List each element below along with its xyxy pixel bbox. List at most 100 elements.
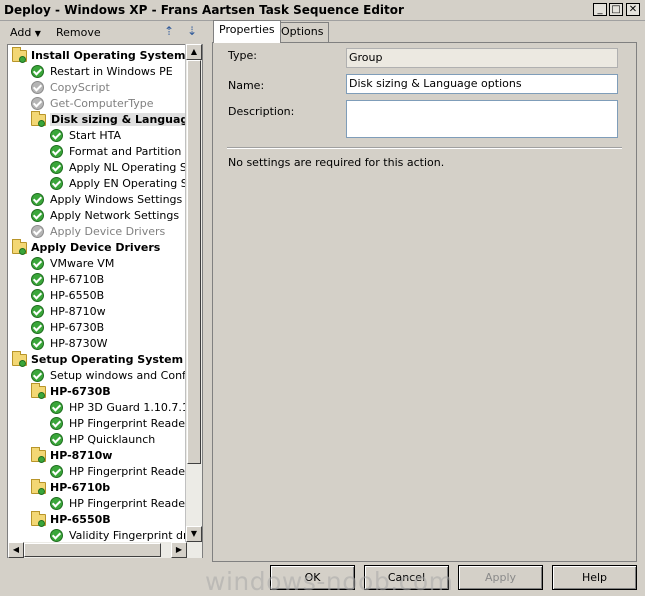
green-check-icon bbox=[50, 129, 63, 142]
horizontal-scroll-thumb[interactable] bbox=[24, 543, 161, 557]
tree-item-label: Get-ComputerType bbox=[50, 97, 154, 110]
move-down-icon[interactable]: ⇣ bbox=[185, 24, 199, 38]
tree-item-label: Apply EN Operating System bbox=[69, 177, 202, 190]
tree-step-item[interactable]: Apply NL Operating System bbox=[8, 160, 202, 176]
green-check-icon bbox=[31, 305, 44, 318]
tab-options[interactable]: Options bbox=[275, 22, 330, 42]
help-button[interactable]: Help bbox=[552, 565, 637, 590]
tree-step-item[interactable]: Apply Device Drivers bbox=[8, 224, 202, 240]
tree-step-item[interactable]: HP Fingerprint Reader bbox=[8, 496, 202, 512]
tree-step-item[interactable]: Apply EN Operating System bbox=[8, 176, 202, 192]
green-check-icon bbox=[31, 289, 44, 302]
add-menu-button[interactable]: Add ▼ bbox=[10, 26, 41, 39]
green-check-icon bbox=[31, 369, 44, 382]
remove-button[interactable]: Remove bbox=[56, 26, 101, 39]
tree-item-label: HP Fingerprint Reader bbox=[69, 497, 190, 510]
tree-group-item[interactable]: Disk sizing & Language bbox=[8, 111, 202, 128]
tree-item-label: CopyScript bbox=[50, 81, 110, 94]
tree-step-item[interactable]: HP-6710B bbox=[8, 272, 202, 288]
no-settings-note: No settings are required for this action… bbox=[228, 156, 445, 169]
tree-item-label: HP-6730B bbox=[50, 385, 111, 398]
tree-step-item[interactable]: HP-8730W bbox=[8, 336, 202, 352]
tree-item-label: Apply Device Drivers bbox=[31, 241, 161, 254]
tree-item-label: Apply Network Settings bbox=[50, 209, 180, 222]
green-check-icon bbox=[31, 273, 44, 286]
tree-step-item[interactable]: VMware VM bbox=[8, 256, 202, 272]
tree-item-label: Apply Windows Settings bbox=[50, 193, 183, 206]
tree-step-item[interactable]: CopyScript bbox=[8, 80, 202, 96]
folder-icon bbox=[12, 239, 27, 255]
tree-item-label: HP Fingerprint Reader bbox=[69, 465, 190, 478]
green-check-icon bbox=[31, 65, 44, 78]
ok-button[interactable]: OK bbox=[270, 565, 355, 590]
chevron-down-icon: ▼ bbox=[34, 29, 41, 38]
tree-group-item[interactable]: Apply Device Drivers bbox=[8, 239, 202, 256]
scroll-down-arrow-icon[interactable]: ▼ bbox=[186, 526, 202, 542]
tree-step-item[interactable]: HP-6550B bbox=[8, 288, 202, 304]
green-check-icon bbox=[50, 145, 63, 158]
scroll-up-arrow-icon[interactable]: ▲ bbox=[186, 44, 202, 60]
tree-item-label: HP 3D Guard 1.10.7.1 bbox=[69, 401, 189, 414]
tree-group-item[interactable]: HP-6550B bbox=[8, 511, 202, 528]
tree-step-item[interactable]: Restart in Windows PE bbox=[8, 64, 202, 80]
tree-group-item[interactable]: Setup Operating System bbox=[8, 351, 202, 368]
minimize-button[interactable]: _ bbox=[593, 3, 607, 16]
tree-step-item[interactable]: HP-8710w bbox=[8, 304, 202, 320]
tree-group-item[interactable]: Install Operating System bbox=[8, 47, 202, 64]
tree-step-item[interactable]: Setup windows and ConfigMgr bbox=[8, 368, 203, 384]
tree-item-label: Setup windows and ConfigMgr bbox=[50, 369, 203, 382]
green-check-icon bbox=[50, 497, 63, 510]
task-sequence-tree[interactable]: Install Operating System Restart in Windo… bbox=[7, 44, 203, 558]
tree-item-label: HP-8730W bbox=[50, 337, 108, 350]
pane-splitter[interactable] bbox=[204, 22, 210, 560]
description-label: Description: bbox=[228, 105, 295, 118]
window-title: Deploy - Windows XP - Frans Aartsen Task… bbox=[4, 3, 404, 17]
tree-step-item[interactable]: HP Quicklaunch bbox=[8, 432, 202, 448]
tree-step-item[interactable]: Apply Windows Settings bbox=[8, 192, 202, 208]
cancel-button[interactable]: Cancel bbox=[364, 565, 449, 590]
tree-item-label: HP-8710w bbox=[50, 449, 113, 462]
folder-icon bbox=[31, 479, 46, 495]
folder-icon bbox=[31, 383, 46, 399]
tree-item-label: HP-8710w bbox=[50, 305, 106, 318]
type-label: Type: bbox=[228, 49, 257, 62]
tree-step-item[interactable]: HP Fingerprint Reader bbox=[8, 464, 202, 480]
green-check-icon bbox=[50, 465, 63, 478]
name-field[interactable]: Disk sizing & Language options bbox=[346, 74, 618, 94]
tree-step-item[interactable]: HP Fingerprint Reader bbox=[8, 416, 202, 432]
tree-step-item[interactable]: HP-6730B bbox=[8, 320, 202, 336]
type-field: Group bbox=[346, 48, 618, 68]
tree-group-item[interactable]: HP-8710w bbox=[8, 447, 202, 464]
tab-properties[interactable]: Properties bbox=[213, 20, 281, 43]
folder-icon bbox=[31, 511, 46, 527]
tree-group-item[interactable]: HP-6710b bbox=[8, 479, 202, 496]
folder-icon bbox=[31, 111, 46, 127]
move-up-icon[interactable]: ⇡ bbox=[162, 24, 176, 38]
maximize-button[interactable]: □ bbox=[609, 3, 623, 16]
description-field[interactable] bbox=[346, 100, 618, 138]
tree-item-label: Install Operating System bbox=[31, 49, 186, 62]
scroll-right-arrow-icon[interactable]: ▶ bbox=[171, 542, 187, 558]
tree-item-label: VMware VM bbox=[50, 257, 115, 270]
tree-step-item[interactable]: Get-ComputerType bbox=[8, 96, 202, 112]
tree-item-label: Restart in Windows PE bbox=[50, 65, 173, 78]
tree-step-item[interactable]: Format and Partition Disk bbox=[8, 144, 202, 160]
green-check-icon bbox=[50, 417, 63, 430]
apply-button: Apply bbox=[458, 565, 543, 590]
tree-step-item[interactable]: Apply Network Settings bbox=[8, 208, 202, 224]
tree-step-item[interactable]: HP 3D Guard 1.10.7.1 bbox=[8, 400, 202, 416]
green-check-icon bbox=[50, 177, 63, 190]
green-check-icon bbox=[50, 401, 63, 414]
tree-toolbar: Add ▼ Remove ⇡ ⇣ bbox=[0, 21, 210, 43]
folder-icon bbox=[12, 47, 27, 63]
scroll-left-arrow-icon[interactable]: ◀ bbox=[8, 542, 24, 558]
tree-item-label: Disk sizing & Language bbox=[50, 113, 197, 126]
tree-item-label: HP Quicklaunch bbox=[69, 433, 156, 446]
folder-icon bbox=[31, 447, 46, 463]
green-check-icon bbox=[50, 433, 63, 446]
vertical-scroll-thumb[interactable] bbox=[187, 60, 201, 464]
close-button[interactable]: ✕ bbox=[626, 3, 640, 16]
tree-item-label: HP Fingerprint Reader bbox=[69, 417, 190, 430]
tree-group-item[interactable]: HP-6730B bbox=[8, 383, 202, 400]
tree-step-item[interactable]: Start HTA bbox=[8, 128, 202, 144]
